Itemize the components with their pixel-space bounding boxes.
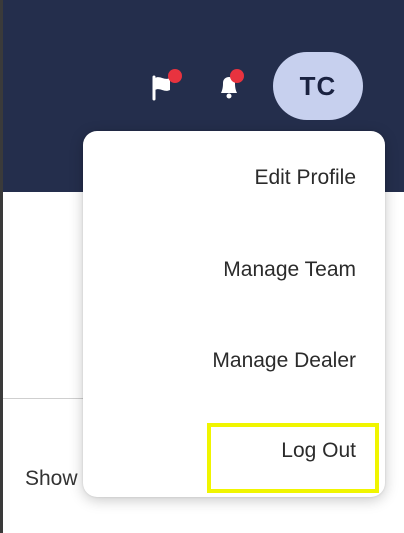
user-avatar[interactable]: TC <box>273 52 363 120</box>
app-frame: TC Show Edit Profile Manage Team Manage … <box>0 0 404 533</box>
flag-notification-dot <box>168 69 182 83</box>
menu-item-manage-dealer[interactable]: Manage Dealer <box>212 349 356 373</box>
menu-item-log-out[interactable]: Log Out <box>281 439 356 463</box>
show-entries-label: Show <box>25 467 78 490</box>
menu-item-edit-profile[interactable]: Edit Profile <box>254 166 356 190</box>
menu-item-manage-team[interactable]: Manage Team <box>223 258 356 282</box>
bell-notification-dot <box>230 69 244 83</box>
flag-icon[interactable] <box>148 67 188 107</box>
user-dropdown-menu: Edit Profile Manage Team Manage Dealer L… <box>83 131 385 497</box>
bell-icon[interactable] <box>211 67 251 107</box>
avatar-initials: TC <box>299 70 337 101</box>
